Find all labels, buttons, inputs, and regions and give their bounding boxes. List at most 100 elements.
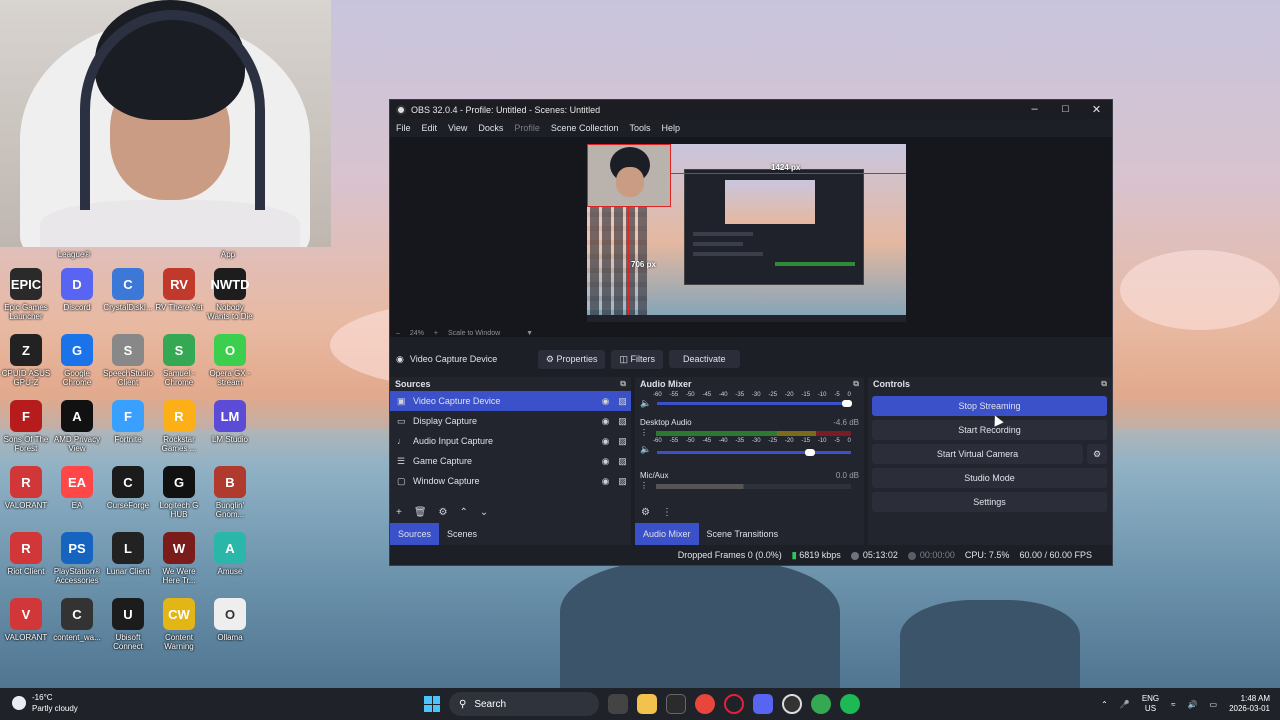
file-explorer-icon[interactable] <box>637 694 657 714</box>
desktop-icon[interactable]: PS PlayStation® Accessories <box>51 532 103 585</box>
desktop-icon[interactable]: O Opera GX - stream <box>204 334 256 387</box>
menu-docks[interactable]: Docks <box>478 123 503 133</box>
tab-scene-transitions[interactable]: Scene Transitions <box>699 523 787 545</box>
weather-widget[interactable]: -16°C Partly cloudy <box>12 692 78 714</box>
desktop-icon[interactable]: U Ubisoft Connect <box>102 598 154 651</box>
desktop-icon[interactable]: O Ollama <box>204 598 256 642</box>
menu-view[interactable]: View <box>448 123 467 133</box>
desktop-icon[interactable]: B Bunglin' Gnom... <box>204 466 256 519</box>
close-icon[interactable]: ✕ <box>1081 103 1112 116</box>
undock-icon[interactable]: ⧉ <box>1101 379 1107 389</box>
desktop-icon[interactable]: LM LM Studio <box>204 400 256 444</box>
minimize-icon[interactable]: – <box>1019 103 1050 116</box>
menu-help[interactable]: Help <box>661 123 680 133</box>
menu-scene-collection[interactable]: Scene Collection <box>551 123 619 133</box>
task-view-icon[interactable] <box>608 694 628 714</box>
menu-tools[interactable]: Tools <box>629 123 650 133</box>
microsoft-store-icon[interactable] <box>666 694 686 714</box>
chevron-up-icon[interactable]: ⌃ <box>1101 700 1108 709</box>
desktop-icon[interactable]: RV RV There Yet <box>153 268 205 312</box>
search-input[interactable]: ⚲ Search <box>449 692 599 716</box>
eye-icon[interactable]: ◉ <box>597 416 614 427</box>
desktop-icon[interactable]: F Fortnite <box>102 400 154 444</box>
desktop-icon[interactable]: S SpeechStudio Client <box>102 334 154 387</box>
microphone-icon[interactable]: 🎤 <box>1120 700 1130 709</box>
volume-fader[interactable] <box>657 448 851 456</box>
virtual-camera-settings-button[interactable]: ⚙ <box>1087 444 1107 464</box>
opera-gx-icon[interactable] <box>724 694 744 714</box>
chevron-down-icon[interactable]: ⌄ <box>480 507 488 518</box>
chrome-icon[interactable] <box>695 694 715 714</box>
speaker-icon[interactable]: 🔈 <box>640 444 651 455</box>
scale-mode[interactable]: Scale to Window <box>448 330 500 337</box>
preview-display-capture[interactable] <box>684 169 864 285</box>
chrome-profile-icon[interactable] <box>811 694 831 714</box>
studio-mode-button[interactable]: Studio Mode <box>872 468 1107 488</box>
desktop-icon[interactable]: G Logitech G HUB <box>153 466 205 519</box>
mixer-settings-icon[interactable]: ⚙ <box>641 507 650 518</box>
properties-button[interactable]: ⚙ Properties <box>537 349 606 369</box>
language-indicator[interactable]: ENG US <box>1142 694 1159 714</box>
start-virtual-camera-button[interactable]: Start Virtual Camera <box>872 444 1083 464</box>
desktop-icon[interactable]: C CrystalDiskI... <box>102 268 154 312</box>
lock-icon[interactable]: ▨ <box>614 396 631 407</box>
desktop-icon[interactable]: W We Were Here Tr... <box>153 532 205 585</box>
preview-video-capture[interactable] <box>587 144 671 207</box>
spotify-icon[interactable] <box>840 694 860 714</box>
wifi-icon[interactable]: ≈ <box>1171 700 1175 709</box>
desktop-icon[interactable]: Z CPUID ASUS GPU-Z <box>0 334 52 387</box>
more-icon[interactable]: ⋮ <box>640 428 648 437</box>
stop-streaming-button[interactable]: Stop Streaming <box>872 396 1107 416</box>
settings-button[interactable]: Settings <box>872 492 1107 512</box>
volume-icon[interactable]: 🔊 <box>1188 700 1198 709</box>
desktop-icon[interactable]: NWTD Nobody Wants to Die <box>204 268 256 321</box>
source-item[interactable]: ☰ Game Capture ◉ ▨ <box>390 451 631 471</box>
preview-area[interactable]: 1424 px 706 px – 24% + Scale to Window ▼ <box>390 137 1112 337</box>
obs-icon[interactable] <box>782 694 802 714</box>
lock-icon[interactable]: ▨ <box>614 436 631 447</box>
desktop-icon[interactable]: C CurseForge <box>102 466 154 510</box>
start-recording-button[interactable]: Start Recording <box>872 420 1107 440</box>
discord-icon[interactable] <box>753 694 773 714</box>
desktop-icon[interactable]: G Google Chrome <box>51 334 103 387</box>
desktop-icon[interactable]: EA EA <box>51 466 103 510</box>
preview-canvas[interactable]: 1424 px 706 px <box>587 144 906 322</box>
desktop-icon[interactable]: V VALORANT <box>0 598 52 642</box>
lock-icon[interactable]: ▨ <box>614 416 631 427</box>
trash-icon[interactable]: 🗑 <box>414 507 427 518</box>
obs-window[interactable]: OBS 32.0.4 - Profile: Untitled - Scenes:… <box>389 99 1113 566</box>
zoom-in-icon[interactable]: + <box>434 330 438 337</box>
eye-icon[interactable]: ◉ <box>597 476 614 487</box>
desktop-icon[interactable]: A AMD Privacy View <box>51 400 103 453</box>
add-icon[interactable]: + <box>396 507 402 518</box>
tab-scenes[interactable]: Scenes <box>439 523 485 545</box>
desktop-icon[interactable]: R Riot Client <box>0 532 52 576</box>
menu-edit[interactable]: Edit <box>422 123 438 133</box>
eye-icon[interactable]: ◉ <box>597 396 614 407</box>
desktop-icon[interactable]: R VALORANT <box>0 466 52 510</box>
speaker-icon[interactable]: 🔈 <box>640 398 651 409</box>
eye-icon[interactable]: ◉ <box>597 436 614 447</box>
desktop-icon[interactable]: S Samuel - Chrome <box>153 334 205 387</box>
eye-icon[interactable]: ◉ <box>597 456 614 467</box>
source-item[interactable]: ▭ Display Capture ◉ ▨ <box>390 411 631 431</box>
deactivate-button[interactable]: Deactivate <box>669 350 740 368</box>
more-icon[interactable]: ⋮ <box>662 507 672 518</box>
more-icon[interactable]: ⋮ <box>640 481 648 490</box>
menu-file[interactable]: File <box>396 123 411 133</box>
desktop-icon[interactable]: A Amuse <box>204 532 256 576</box>
desktop-icon[interactable]: F Sons Of The Forest <box>0 400 52 453</box>
lock-icon[interactable]: ▨ <box>614 456 631 467</box>
filters-button[interactable]: ◫ Filters <box>611 349 664 369</box>
lock-icon[interactable]: ▨ <box>614 476 631 487</box>
undock-icon[interactable]: ⧉ <box>853 379 859 389</box>
menu-profile[interactable]: Profile <box>514 123 540 133</box>
source-item[interactable]: ▢ Window Capture ◉ ▨ <box>390 471 631 491</box>
desktop-icon[interactable]: R Rockstar Games ... <box>153 400 205 453</box>
title-bar[interactable]: OBS 32.0.4 - Profile: Untitled - Scenes:… <box>390 100 1112 119</box>
tab-sources[interactable]: Sources <box>390 523 440 545</box>
windows-start-icon[interactable] <box>424 696 440 712</box>
gear-icon[interactable]: ⚙ <box>439 507 448 518</box>
desktop-icon[interactable]: Ccontent_wa... <box>51 598 103 642</box>
desktop-icon[interactable]: CW Content Warning <box>153 598 205 651</box>
